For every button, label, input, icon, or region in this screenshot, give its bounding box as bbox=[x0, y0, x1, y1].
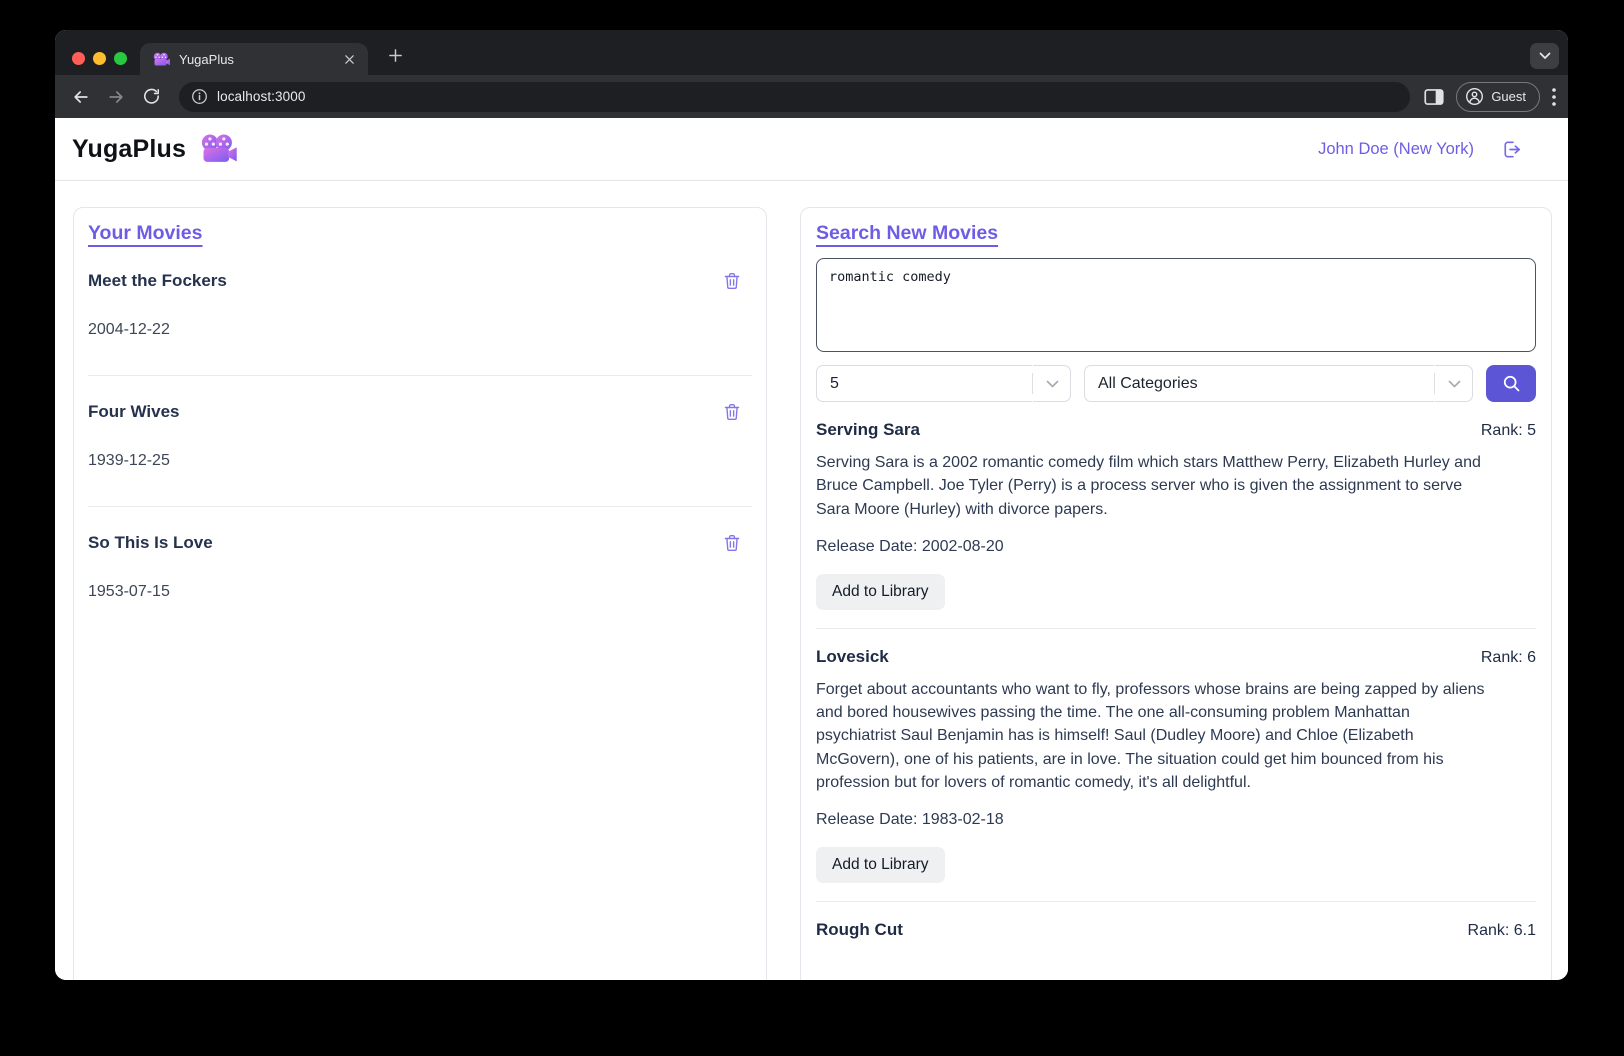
result-description: Serving Sara is a 2002 romantic comedy f… bbox=[816, 454, 1481, 518]
movie-release-date: 2004-12-22 bbox=[88, 321, 170, 338]
result-limit-select[interactable]: 5 bbox=[816, 365, 1071, 402]
result-description: Forget about accountants who want to fly… bbox=[816, 680, 1485, 792]
close-tab-icon[interactable] bbox=[341, 51, 358, 68]
movie-release-date: 1939-12-25 bbox=[88, 452, 170, 469]
search-button[interactable] bbox=[1486, 365, 1536, 402]
result-title: Lovesick bbox=[816, 646, 889, 666]
brand: YugaPlus bbox=[72, 134, 237, 164]
add-to-library-button[interactable]: Add to Library bbox=[816, 573, 945, 610]
result-rank: Rank: 5 bbox=[1480, 422, 1536, 439]
category-select[interactable]: All Categories bbox=[1084, 365, 1473, 402]
maximize-window-button[interactable] bbox=[114, 52, 127, 65]
side-panel-icon[interactable] bbox=[1424, 88, 1444, 106]
minimize-window-button[interactable] bbox=[93, 52, 106, 65]
browser-window: YugaPlus localhost:3000 Guest YugaPlus J… bbox=[55, 30, 1568, 980]
main-content: Your Movies Meet the Fockers 2004-12-22 … bbox=[55, 181, 1568, 980]
library-movie-item: So This Is Love 1953-07-15 bbox=[88, 533, 752, 601]
result-divider bbox=[816, 901, 1536, 903]
window-controls bbox=[72, 52, 127, 65]
result-rank: Rank: 6.1 bbox=[1467, 922, 1536, 940]
browser-menu-icon[interactable] bbox=[1552, 87, 1556, 106]
delete-movie-icon[interactable] bbox=[723, 271, 741, 291]
search-controls: 5 All Categories bbox=[816, 365, 1536, 402]
search-results-list: Serving Sara Rank: 5 Serving Sara is a 2… bbox=[816, 419, 1536, 942]
movie-title: Four Wives bbox=[88, 402, 180, 421]
browser-toolbar: localhost:3000 Guest bbox=[55, 75, 1568, 118]
tab-title: YugaPlus bbox=[179, 51, 234, 67]
list-divider bbox=[88, 375, 752, 376]
yugaplus-favicon bbox=[153, 52, 170, 65]
library-movie-item: Four Wives 1939-12-25 bbox=[88, 402, 752, 507]
movie-camera-logo-icon bbox=[202, 134, 237, 162]
your-movies-list: Meet the Fockers 2004-12-22 Four Wives 1… bbox=[88, 271, 752, 601]
guest-avatar-icon bbox=[1466, 88, 1484, 105]
movie-release-date: 1953-07-15 bbox=[88, 583, 170, 600]
result-rank: Rank: 6 bbox=[1480, 648, 1536, 666]
app-title: YugaPlus bbox=[72, 134, 187, 163]
search-icon bbox=[1503, 375, 1519, 392]
tab-search-chevron-button[interactable] bbox=[1530, 43, 1559, 69]
result-divider bbox=[816, 627, 1536, 629]
search-movies-panel: Search New Movies romantic comedy 5 All … bbox=[800, 207, 1552, 980]
delete-movie-icon[interactable] bbox=[723, 402, 741, 422]
back-button[interactable] bbox=[66, 82, 96, 112]
result-release-date: Release Date: 1983-02-18 bbox=[816, 811, 1004, 829]
profile-button[interactable]: Guest bbox=[1456, 81, 1540, 112]
movie-title: Meet the Fockers bbox=[88, 271, 227, 290]
site-info-icon[interactable] bbox=[191, 88, 208, 105]
list-divider bbox=[88, 506, 752, 507]
search-result: Lovesick Rank: 6 Forget about accountant… bbox=[816, 646, 1536, 903]
new-tab-button[interactable] bbox=[382, 42, 408, 68]
close-window-button[interactable] bbox=[72, 52, 85, 65]
logout-icon[interactable] bbox=[1500, 138, 1523, 161]
delete-movie-icon[interactable] bbox=[723, 533, 741, 553]
search-result: Serving Sara Rank: 5 Serving Sara is a 2… bbox=[816, 419, 1536, 629]
library-movie-item: Meet the Fockers 2004-12-22 bbox=[88, 271, 752, 376]
result-release-date: Release Date: 2002-08-20 bbox=[816, 537, 1004, 555]
your-movies-panel: Your Movies Meet the Fockers 2004-12-22 … bbox=[73, 207, 767, 980]
movie-title: So This Is Love bbox=[88, 533, 213, 552]
profile-label: Guest bbox=[1491, 89, 1526, 104]
address-bar[interactable]: localhost:3000 bbox=[179, 81, 1411, 112]
search-heading: Search New Movies bbox=[816, 222, 999, 244]
search-result: Rough Cut Rank: 6.1 bbox=[816, 919, 1536, 942]
url-text: localhost:3000 bbox=[217, 89, 306, 104]
user-profile-link[interactable]: John Doe (New York) bbox=[1318, 140, 1474, 159]
search-query-input[interactable]: romantic comedy bbox=[816, 258, 1536, 352]
app-header: YugaPlus John Doe (New York) bbox=[55, 118, 1568, 181]
yugaplus-page: YugaPlus John Doe (New York) Your Movies bbox=[55, 118, 1568, 980]
forward-button[interactable] bbox=[101, 82, 131, 112]
browser-tab[interactable]: YugaPlus bbox=[140, 43, 368, 75]
tab-strip: YugaPlus bbox=[55, 30, 1568, 75]
reload-button[interactable] bbox=[136, 82, 166, 112]
your-movies-heading: Your Movies bbox=[88, 222, 203, 244]
result-title: Serving Sara bbox=[816, 420, 920, 439]
result-title: Rough Cut bbox=[816, 920, 903, 940]
add-to-library-button[interactable]: Add to Library bbox=[816, 847, 945, 884]
